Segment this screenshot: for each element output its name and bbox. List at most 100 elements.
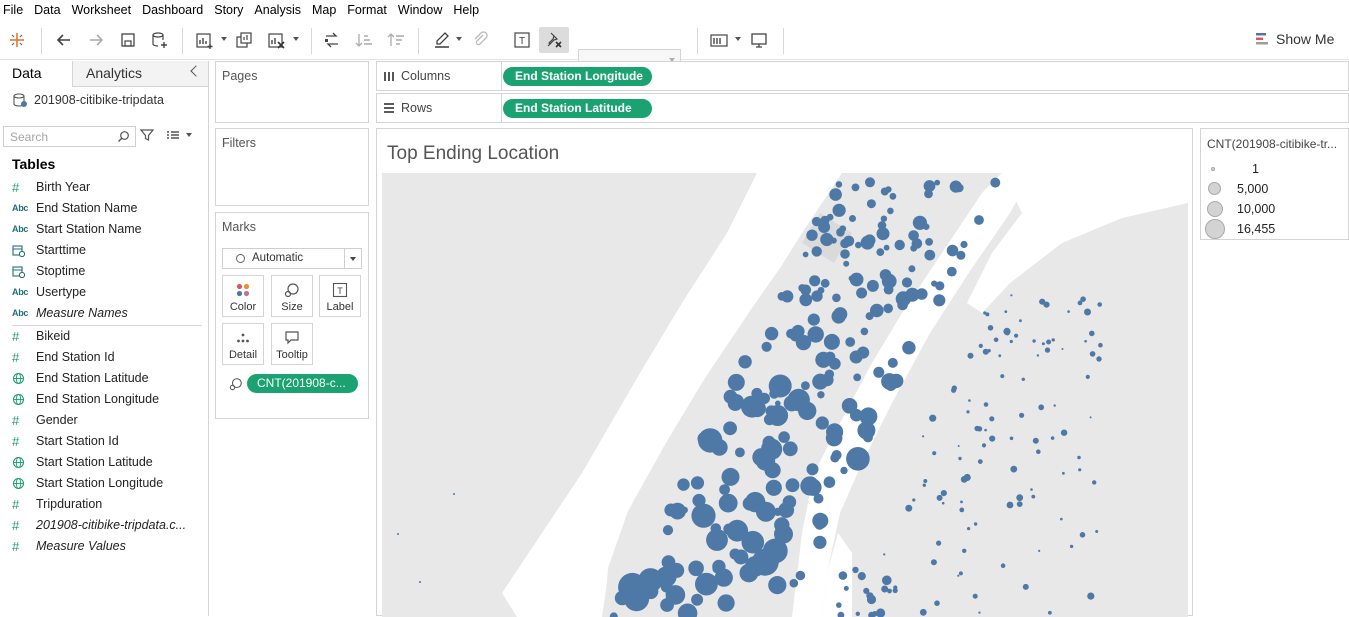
station-mark[interactable] bbox=[1016, 494, 1023, 501]
station-mark[interactable] bbox=[905, 505, 912, 512]
field-item[interactable]: End Station Longitude bbox=[12, 389, 159, 409]
label-button[interactable]: T Label bbox=[319, 275, 361, 317]
group-members-icon[interactable] bbox=[468, 27, 492, 53]
station-mark[interactable] bbox=[1061, 430, 1067, 436]
station-mark[interactable] bbox=[887, 589, 892, 594]
station-mark[interactable] bbox=[1023, 584, 1029, 590]
station-mark[interactable] bbox=[822, 233, 830, 241]
station-mark[interactable] bbox=[962, 549, 966, 553]
station-mark[interactable] bbox=[1067, 310, 1070, 313]
detail-button[interactable]: Detail bbox=[222, 323, 264, 365]
station-mark[interactable] bbox=[1095, 530, 1098, 533]
station-mark[interactable] bbox=[691, 504, 715, 528]
field-item[interactable]: AbcMeasure Names bbox=[12, 303, 128, 323]
station-mark[interactable] bbox=[974, 522, 977, 525]
station-mark[interactable] bbox=[766, 480, 782, 496]
new-data-source-icon[interactable] bbox=[147, 27, 171, 53]
station-mark[interactable] bbox=[1086, 375, 1090, 379]
station-mark[interactable] bbox=[786, 478, 800, 492]
sheet-title[interactable]: Top Ending Location bbox=[387, 143, 559, 165]
station-mark[interactable] bbox=[885, 379, 897, 391]
station-mark[interactable] bbox=[799, 293, 812, 306]
menu-window[interactable]: Window bbox=[394, 3, 449, 17]
station-mark[interactable] bbox=[1004, 310, 1007, 313]
station-mark[interactable] bbox=[839, 225, 846, 232]
station-mark[interactable] bbox=[937, 495, 943, 501]
menu-map[interactable]: Map bbox=[308, 3, 343, 17]
station-mark[interactable] bbox=[994, 338, 999, 343]
station-mark[interactable] bbox=[883, 304, 893, 314]
station-mark[interactable] bbox=[706, 529, 728, 551]
station-mark[interactable] bbox=[1037, 354, 1039, 356]
presentation-mode-icon[interactable] bbox=[747, 27, 771, 53]
station-mark[interactable] bbox=[1084, 340, 1087, 343]
station-mark[interactable] bbox=[806, 230, 817, 241]
station-mark[interactable] bbox=[1060, 518, 1063, 521]
station-mark[interactable] bbox=[942, 502, 945, 505]
station-mark[interactable] bbox=[966, 410, 969, 413]
station-mark[interactable] bbox=[840, 467, 847, 474]
station-mark[interactable] bbox=[861, 328, 869, 336]
station-mark[interactable] bbox=[719, 494, 738, 513]
station-mark[interactable] bbox=[968, 399, 971, 402]
station-mark[interactable] bbox=[842, 398, 858, 414]
station-mark[interactable] bbox=[888, 358, 898, 368]
station-mark[interactable] bbox=[1046, 340, 1051, 345]
station-mark[interactable] bbox=[876, 248, 884, 256]
menu-analysis[interactable]: Analysis bbox=[250, 3, 308, 17]
station-mark[interactable] bbox=[815, 352, 831, 368]
station-mark[interactable] bbox=[1030, 488, 1033, 491]
station-mark[interactable] bbox=[738, 355, 751, 368]
station-mark[interactable] bbox=[712, 565, 721, 574]
station-mark[interactable] bbox=[790, 579, 799, 588]
station-mark[interactable] bbox=[853, 374, 861, 382]
show-me-button[interactable]: Show Me bbox=[1254, 31, 1334, 47]
field-item[interactable]: #201908-citibike-tripdata.c... bbox=[12, 515, 186, 535]
sort-descending-icon[interactable] bbox=[384, 27, 408, 53]
undo-icon[interactable] bbox=[52, 27, 76, 53]
station-mark[interactable] bbox=[856, 612, 860, 616]
clear-sheet-icon[interactable] bbox=[264, 27, 288, 53]
station-mark[interactable] bbox=[908, 265, 915, 272]
station-mark[interactable] bbox=[730, 549, 741, 560]
field-item[interactable]: Start Station Longitude bbox=[12, 473, 163, 493]
station-mark[interactable] bbox=[883, 553, 885, 555]
station-mark[interactable] bbox=[895, 240, 905, 250]
station-mark[interactable] bbox=[817, 391, 824, 398]
station-mark[interactable] bbox=[958, 457, 961, 460]
station-mark[interactable] bbox=[660, 598, 674, 612]
station-mark[interactable] bbox=[1096, 356, 1101, 361]
station-mark[interactable] bbox=[902, 341, 915, 354]
station-mark[interactable] bbox=[984, 429, 987, 432]
tab-data[interactable]: Data bbox=[0, 61, 73, 87]
station-mark[interactable] bbox=[890, 193, 897, 200]
station-mark[interactable] bbox=[728, 374, 745, 391]
station-mark[interactable] bbox=[814, 494, 824, 504]
station-mark[interactable] bbox=[964, 474, 971, 481]
station-mark[interactable] bbox=[718, 594, 735, 611]
station-mark[interactable] bbox=[818, 287, 825, 294]
station-mark[interactable] bbox=[1010, 294, 1012, 296]
station-mark[interactable] bbox=[419, 581, 421, 583]
station-mark[interactable] bbox=[735, 448, 745, 458]
station-mark[interactable] bbox=[1010, 437, 1014, 441]
station-mark[interactable] bbox=[959, 571, 963, 575]
station-mark[interactable] bbox=[858, 572, 866, 580]
station-mark[interactable] bbox=[1062, 472, 1065, 475]
field-item[interactable]: End Station Latitude bbox=[12, 368, 149, 388]
station-mark[interactable] bbox=[808, 314, 820, 326]
station-mark[interactable] bbox=[1090, 416, 1092, 418]
station-mark[interactable] bbox=[924, 250, 935, 261]
field-item[interactable]: Starttime bbox=[12, 240, 86, 260]
station-mark[interactable] bbox=[813, 536, 826, 549]
field-item[interactable]: Stoptime bbox=[12, 261, 85, 281]
station-mark[interactable] bbox=[1087, 593, 1094, 600]
station-mark[interactable] bbox=[1070, 545, 1073, 548]
station-mark[interactable] bbox=[845, 337, 855, 347]
station-mark[interactable] bbox=[967, 527, 970, 530]
station-mark[interactable] bbox=[1043, 302, 1049, 308]
size-button[interactable]: Size bbox=[271, 275, 313, 317]
station-mark[interactable] bbox=[698, 432, 712, 446]
station-mark[interactable] bbox=[952, 385, 957, 390]
station-mark[interactable] bbox=[677, 478, 689, 490]
